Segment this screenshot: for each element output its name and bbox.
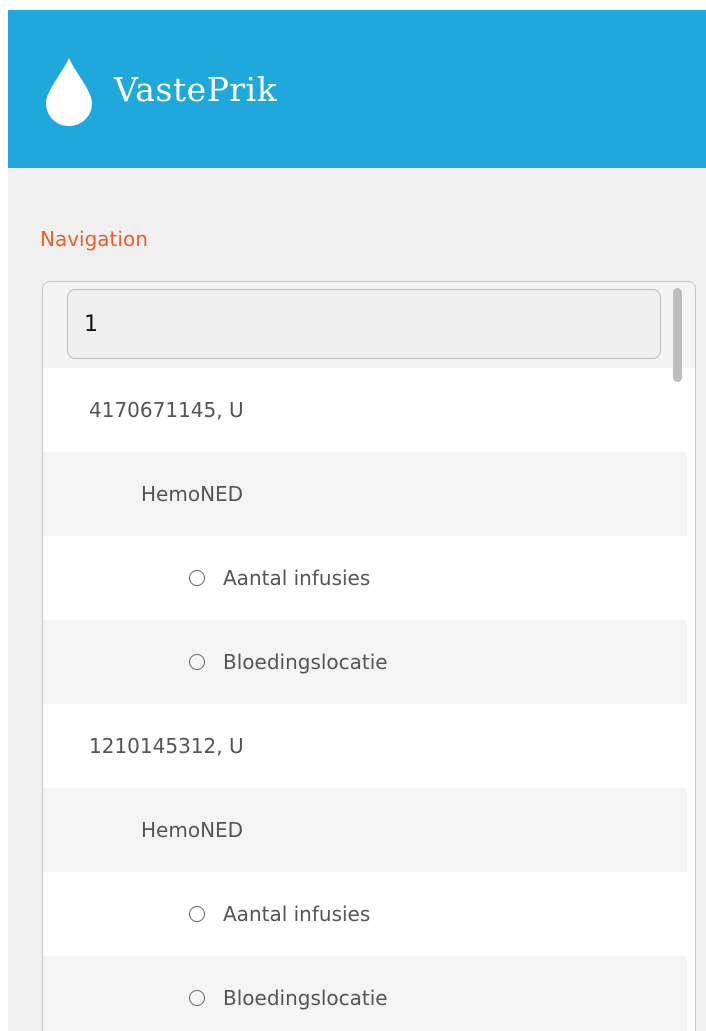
radio-unchecked-icon[interactable] xyxy=(189,654,205,670)
form-label: Bloedingslocatie xyxy=(223,986,388,1010)
group-label: HemoNED xyxy=(141,482,244,506)
water-drop-icon xyxy=(46,58,92,126)
tree-item-group[interactable]: HemoNED xyxy=(43,788,687,872)
tree-item-group[interactable]: HemoNED xyxy=(43,452,687,536)
navigation-heading: Navigation xyxy=(40,227,148,251)
radio-unchecked-icon[interactable] xyxy=(189,570,205,586)
tree-item-form[interactable]: Bloedingslocatie xyxy=(43,956,687,1031)
search-input[interactable] xyxy=(67,289,661,359)
tree-item-form[interactable]: Aantal infusies xyxy=(43,872,687,956)
radio-unchecked-icon[interactable] xyxy=(189,990,205,1006)
sidebar: Navigation 4170671145, U HemoNED Aantal … xyxy=(8,168,706,1031)
app-header: VastePrik xyxy=(8,10,706,168)
app-title[interactable]: VastePrik xyxy=(114,64,277,116)
tree-item-form[interactable]: Bloedingslocatie xyxy=(43,620,687,704)
navigation-panel: 4170671145, U HemoNED Aantal infusies Bl… xyxy=(42,281,696,1031)
form-label: Aantal infusies xyxy=(223,902,371,926)
tree-item-patient[interactable]: 1210145312, U xyxy=(43,704,687,788)
tree-item-form[interactable]: Aantal infusies xyxy=(43,536,687,620)
form-label: Bloedingslocatie xyxy=(223,650,388,674)
patient-label: 1210145312, U xyxy=(89,734,244,758)
search-container xyxy=(43,282,695,368)
tree-item-patient[interactable]: 4170671145, U xyxy=(43,368,687,452)
form-label: Aantal infusies xyxy=(223,566,371,590)
scrollbar-thumb[interactable] xyxy=(673,288,682,382)
navigation-tree: 4170671145, U HemoNED Aantal infusies Bl… xyxy=(43,368,687,1031)
group-label: HemoNED xyxy=(141,818,244,842)
app-page: VastePrik Navigation 4170671145, U HemoN… xyxy=(0,0,706,1031)
radio-unchecked-icon[interactable] xyxy=(189,906,205,922)
patient-label: 4170671145, U xyxy=(89,398,244,422)
